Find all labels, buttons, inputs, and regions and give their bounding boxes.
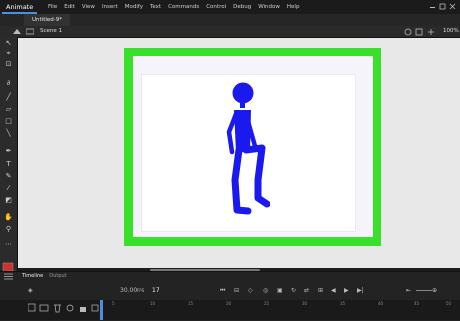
maximize-icon <box>439 3 446 10</box>
loop-icon[interactable]: ↻ <box>291 286 296 296</box>
menu-help[interactable]: Help <box>287 0 300 14</box>
paint-bucket-icon[interactable]: ◩ <box>4 196 13 205</box>
center-stage-icon <box>428 29 434 35</box>
close-icon <box>449 3 456 10</box>
fps-value[interactable]: 30.00 <box>120 286 137 296</box>
edit-scene-icon[interactable] <box>13 28 21 35</box>
free-transform-icon[interactable]: ⊡ <box>4 60 13 69</box>
timeline-controls: ◈ 30.00 FPS 17 ⏮ ⊟ ◇ ◎ ▣ ↻ ⇄ ⊞ ◀ ▶ ▶| ⇤ … <box>0 283 460 299</box>
line-tool-icon[interactable]: ╲ <box>4 129 13 138</box>
scene-bar <box>0 26 460 38</box>
layers-icon[interactable]: ◈ <box>28 286 33 296</box>
menu-text[interactable]: Text <box>150 0 161 14</box>
timeline-menu-icon[interactable] <box>3 272 15 281</box>
app-name[interactable]: Animate <box>2 0 38 14</box>
zoom-level[interactable]: 100% <box>443 26 459 37</box>
minimize-icon <box>430 7 435 8</box>
timeline-zoom-icon[interactable]: ⊕ <box>432 286 437 296</box>
text-tool-icon[interactable]: T <box>4 160 13 169</box>
ruler-label-30: 30 <box>302 301 308 306</box>
lasso-tool-icon[interactable]: ∂ <box>4 79 13 88</box>
ruler-label-5: 5 <box>112 301 115 306</box>
document-tab[interactable]: Untitled-9* <box>24 14 70 26</box>
fit-frames-icon[interactable]: ⇤ <box>406 286 411 296</box>
timeline-tabs: Timeline Output <box>22 272 67 281</box>
pencil-tool-icon[interactable]: ✎ <box>4 172 13 181</box>
playhead[interactable] <box>100 300 103 320</box>
keyframe-icon[interactable]: ◇ <box>248 286 253 296</box>
timeline-zoom-slider[interactable] <box>416 290 432 291</box>
show-layer-icon <box>66 304 74 312</box>
menu-window[interactable]: Window <box>258 0 280 14</box>
ruler-label-40: 40 <box>378 301 384 306</box>
scene-label[interactable]: Scene 1 <box>40 26 62 37</box>
insert-frame-icon[interactable]: ⊞ <box>318 286 323 296</box>
rotate-icon <box>404 28 412 36</box>
hand-tool-icon[interactable]: ✋ <box>4 213 13 222</box>
edit-multiple-icon[interactable]: ▣ <box>277 286 283 296</box>
pen-tool-icon[interactable]: ✒ <box>4 147 13 156</box>
menu-items: File Edit View Insert Modify Text Comman… <box>48 0 299 14</box>
next-frame-icon[interactable]: ▶| <box>357 286 364 296</box>
figure-back-leg <box>231 146 252 215</box>
window-controls <box>430 3 456 10</box>
figure-neck <box>240 102 245 108</box>
scene-icon <box>26 28 34 35</box>
current-frame[interactable]: 17 <box>152 286 160 296</box>
menu-insert[interactable]: Insert <box>102 0 118 14</box>
menu-file[interactable]: File <box>48 0 57 14</box>
fps-unit: FPS <box>137 288 145 293</box>
first-frame-icon[interactable]: ⏮ <box>220 286 225 296</box>
selection-tool-icon[interactable]: ↖ <box>4 39 13 48</box>
ruler-label-45: 45 <box>414 301 420 306</box>
ruler-label-20: 20 <box>226 301 232 306</box>
brush-tool-icon[interactable]: ╱ <box>4 93 13 102</box>
figure-front-leg <box>242 144 270 208</box>
menu-debug[interactable]: Debug <box>233 0 251 14</box>
ruler-label-35: 35 <box>340 301 346 306</box>
new-layer-icon <box>28 303 36 312</box>
onion-skin-icon[interactable]: ◎ <box>263 286 268 296</box>
tab-timeline[interactable]: Timeline <box>22 272 43 281</box>
new-folder-icon <box>39 304 49 312</box>
tab-output[interactable]: Output <box>49 272 66 281</box>
ruler-label-50: 50 <box>446 301 452 306</box>
ruler-label-15: 15 <box>188 301 194 306</box>
outline-layer-icon <box>91 304 99 312</box>
tween-icon[interactable]: ⇄ <box>304 286 309 296</box>
prev-frame-icon[interactable]: ◀ <box>331 286 336 296</box>
rectangle-tool-icon[interactable]: □ <box>4 117 13 126</box>
menu-view[interactable]: View <box>82 0 95 14</box>
delete-layer-icon <box>54 304 61 313</box>
frame-marker-icon[interactable]: ⊟ <box>234 286 239 296</box>
clip-icon <box>415 28 423 36</box>
figure-back-arm <box>226 111 239 155</box>
menu-modify[interactable]: Modify <box>125 0 143 14</box>
figure-head <box>232 82 254 104</box>
eraser-tool-icon[interactable]: ▱ <box>4 105 13 114</box>
menu-control[interactable]: Control <box>206 0 226 14</box>
ruler-label-10: 10 <box>150 301 156 306</box>
subselection-tool-icon[interactable]: ⌖ <box>4 49 13 58</box>
tools-panel: ↖ ⌖ ⊡ ∂ ╱ ▱ □ ╲ ✒ T ✎ ⁄ ◩ ✋ ⚲ ⋯ <box>0 37 18 270</box>
ruler-label-25: 25 <box>264 301 270 306</box>
play-icon[interactable]: ▶ <box>344 286 349 296</box>
stage-tools <box>404 28 434 36</box>
stick-figure[interactable] <box>210 80 270 220</box>
menu-edit[interactable]: Edit <box>64 0 75 14</box>
lock-layer-icon <box>80 307 86 312</box>
more-tools-icon[interactable]: ⋯ <box>4 240 13 249</box>
menu-commands[interactable]: Commands <box>168 0 199 14</box>
layer-tools <box>28 303 99 313</box>
eyedropper-tool-icon[interactable]: ⁄ <box>4 184 13 193</box>
zoom-tool-icon[interactable]: ⚲ <box>4 225 13 234</box>
